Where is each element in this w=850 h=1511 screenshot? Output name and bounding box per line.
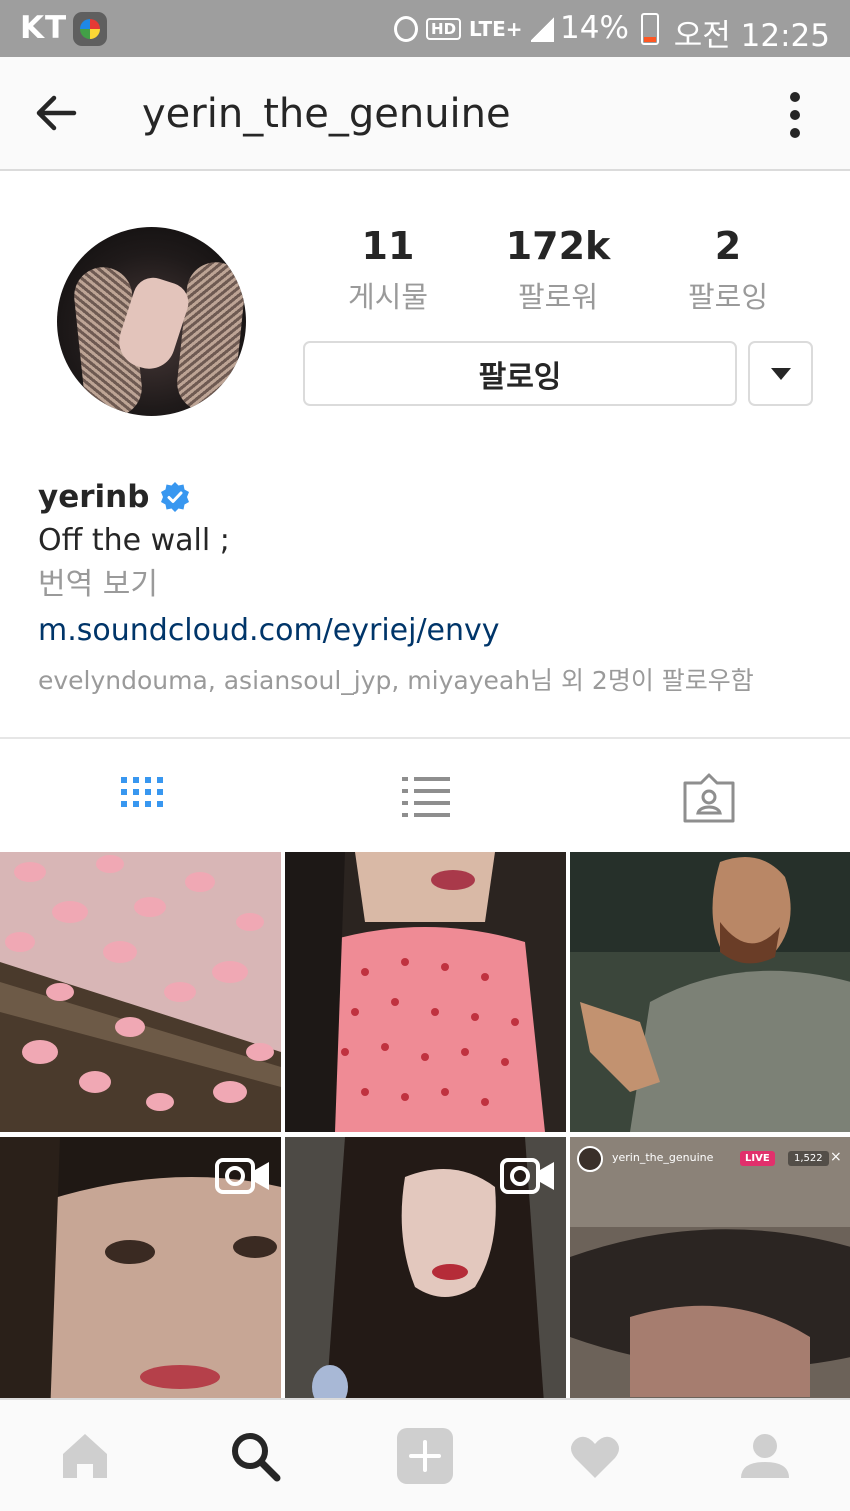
list-icon [402, 777, 450, 817]
profile-stats: 11 게시물 172k 팔로워 2 팔로잉 [303, 222, 813, 316]
more-dots-icon [790, 92, 800, 102]
post-thumbnail-live-replay[interactable]: yerin_the_genuine LIVE 1,522 × [570, 1137, 850, 1417]
profile-header: yerin_the_genuine [0, 57, 850, 171]
tab-grid[interactable] [113, 769, 169, 825]
video-camera-icon [215, 1158, 269, 1194]
tab-tagged[interactable] [681, 769, 737, 825]
following-stat[interactable]: 2 팔로잉 [643, 222, 813, 316]
viewer-count: 1,522 [788, 1151, 829, 1166]
back-arrow-icon [36, 95, 77, 131]
alarm-icon [394, 16, 419, 42]
network-type-label: LTE+ [469, 17, 523, 41]
signal-icon [530, 16, 554, 42]
bottom-navigation [0, 1398, 850, 1511]
tagged-person-icon [683, 773, 735, 823]
live-overlay-username: yerin_the_genuine [612, 1151, 714, 1164]
search-icon [232, 1433, 281, 1482]
battery-icon [641, 13, 659, 45]
battery-percent: 14% [560, 10, 629, 46]
more-options-button[interactable] [780, 87, 810, 141]
followed-by-text[interactable]: evelyndouma, asiansoul_jyp, miyayeah님 외 … [38, 661, 828, 697]
profile-view-tabs [0, 737, 850, 851]
app-notification-icon [73, 12, 107, 46]
nav-profile[interactable] [737, 1428, 793, 1484]
posts-label: 게시물 [347, 280, 429, 314]
nav-home[interactable] [57, 1428, 113, 1484]
live-badge: LIVE [740, 1151, 775, 1166]
avatar[interactable] [57, 227, 246, 416]
header-username: yerin_the_genuine [142, 91, 511, 137]
back-button[interactable] [30, 87, 82, 139]
post-thumbnail-video[interactable] [0, 1137, 281, 1417]
following-button[interactable]: 팔로잉 [303, 341, 737, 406]
see-translation-link[interactable]: 번역 보기 [38, 563, 828, 607]
followers-count: 172k [505, 224, 611, 268]
hd-voice-icon: HD [426, 18, 462, 40]
clock: 오전 12:25 [673, 18, 830, 54]
home-icon [63, 1434, 107, 1478]
followers-label: 팔로워 [517, 280, 599, 314]
display-name: yerinb [38, 479, 150, 515]
following-label: 팔로잉 [687, 280, 769, 314]
post-thumbnail[interactable] [285, 852, 566, 1132]
nav-activity[interactable] [567, 1428, 623, 1484]
posts-count: 11 [361, 224, 415, 268]
close-icon: × [830, 1149, 842, 1165]
add-post-icon [397, 1428, 453, 1484]
post-thumbnail-video[interactable] [285, 1137, 566, 1417]
profile-icon [741, 1434, 789, 1478]
suggestions-dropdown-button[interactable] [748, 341, 813, 406]
video-camera-icon [500, 1158, 554, 1194]
posts-stat: 11 게시물 [303, 222, 473, 316]
post-thumbnail[interactable] [0, 852, 281, 1132]
following-count: 2 [714, 224, 742, 268]
heart-icon [571, 1436, 619, 1478]
followers-stat[interactable]: 172k 팔로워 [473, 222, 643, 316]
bio-text: Off the wall ; [38, 523, 230, 558]
post-thumbnail[interactable] [570, 852, 850, 1132]
status-bar: KT HD LTE+ 14% 오전 12:25 [0, 0, 850, 57]
website-link[interactable]: m.soundcloud.com/eyriej/envy [38, 609, 828, 653]
caret-down-icon [770, 367, 791, 380]
profile-bio: yerinb Off the wall ; 번역 보기 m.soundcloud… [38, 477, 828, 697]
nav-add[interactable] [397, 1428, 453, 1484]
carrier-label: KT [20, 10, 68, 46]
tab-list[interactable] [398, 769, 454, 825]
grid-icon [121, 777, 163, 807]
verified-badge-icon [161, 482, 190, 512]
nav-search[interactable] [227, 1428, 283, 1484]
system-icons: HD LTE+ [394, 12, 554, 46]
